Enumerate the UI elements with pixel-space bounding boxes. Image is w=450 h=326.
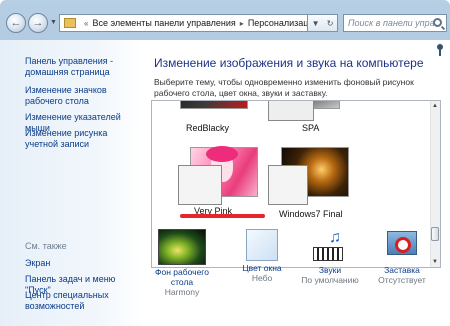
navigation-bar: ← → ▼ « Все элементы панели управления ▸… bbox=[0, 0, 450, 40]
chevron-down-icon: ▼ bbox=[50, 19, 57, 26]
address-bar[interactable]: « Все элементы панели управления ▸ Персо… bbox=[59, 14, 308, 32]
recent-pages-dropdown[interactable]: ▼ bbox=[50, 19, 57, 26]
window-color-icon bbox=[246, 229, 278, 261]
desktop-background-button[interactable]: Фон рабочего стола Harmony bbox=[152, 229, 212, 298]
sidebar-link-desktop-icons[interactable]: Изменение значков рабочего стола bbox=[25, 85, 140, 107]
see-also-heading: См. также bbox=[25, 241, 67, 251]
address-dropdown-icon[interactable]: ▼ bbox=[312, 19, 320, 28]
main-panel: Изменение изображения и звука на компьют… bbox=[142, 40, 450, 326]
window-preview-windows7-final bbox=[268, 165, 308, 205]
breadcrumb-separator-icon[interactable]: « bbox=[84, 19, 88, 28]
desktop-background-value: Harmony bbox=[164, 287, 200, 297]
sounds-icon: ♫ bbox=[311, 229, 349, 263]
page-title: Изменение изображения и звука на компьют… bbox=[154, 56, 424, 70]
theme-label-redblacky[interactable]: RedBlacky bbox=[186, 123, 229, 133]
sidebar-home-link[interactable]: Панель управления - домашняя страница bbox=[25, 56, 140, 78]
window-preview-very-pink bbox=[178, 165, 222, 205]
theme-label-spa[interactable]: SPA bbox=[302, 123, 319, 133]
address-bar-controls: ▼ ↻ bbox=[308, 14, 338, 32]
sidebar-link-display[interactable]: Экран bbox=[25, 258, 140, 269]
screensaver-label[interactable]: Заставка bbox=[372, 265, 432, 275]
sounds-label[interactable]: Звуки bbox=[300, 265, 360, 275]
desktop-background-icon bbox=[158, 229, 206, 265]
no-symbol-icon bbox=[395, 237, 411, 253]
forward-arrow-icon: → bbox=[32, 17, 44, 29]
screensaver-value: Отсутствует bbox=[378, 275, 426, 285]
screensaver-button[interactable]: Заставка Отсутствует bbox=[372, 229, 432, 286]
back-button[interactable]: ← bbox=[6, 13, 26, 33]
breadcrumb-personalization[interactable]: Персонализация bbox=[248, 18, 307, 28]
window-color-button[interactable]: Цвет окна Небо bbox=[232, 229, 292, 284]
theme-thumbnail-redblacky[interactable] bbox=[180, 101, 248, 109]
desktop-background-label[interactable]: Фон рабочего стола bbox=[152, 267, 212, 287]
sidebar: Панель управления - домашняя страница Из… bbox=[0, 40, 142, 326]
content-area: Панель управления - домашняя страница Из… bbox=[0, 40, 450, 326]
breadcrumb-chevron-icon[interactable]: ▸ bbox=[240, 19, 244, 28]
breadcrumb-all-items[interactable]: Все элементы панели управления bbox=[92, 18, 235, 28]
scroll-up-icon[interactable]: ▲ bbox=[431, 102, 439, 110]
screensaver-icon bbox=[383, 229, 421, 263]
pink-hair-shape bbox=[206, 146, 238, 162]
search-input[interactable]: Поиск в панели управления bbox=[343, 14, 447, 32]
search-icon[interactable] bbox=[433, 18, 442, 27]
back-arrow-icon: ← bbox=[10, 17, 22, 29]
window-color-value: Небо bbox=[251, 273, 273, 283]
sidebar-link-accessibility[interactable]: Центр специальных возможностей bbox=[25, 290, 140, 312]
theme-label-windows7-final[interactable]: Windows7 Final bbox=[279, 209, 343, 219]
page-description: Выберите тему, чтобы одновременно измени… bbox=[154, 77, 414, 98]
control-panel-icon bbox=[64, 18, 76, 28]
personalization-options: Фон рабочего стола Harmony Цвет окна Неб… bbox=[142, 229, 450, 326]
sounds-value: По умолчанию bbox=[301, 275, 359, 285]
sidebar-link-account-picture[interactable]: Изменение рисунка учетной записи bbox=[25, 128, 140, 150]
forward-button[interactable]: → bbox=[28, 13, 48, 33]
window-color-label[interactable]: Цвет окна bbox=[232, 263, 292, 273]
window-preview-spa bbox=[268, 101, 314, 121]
help-icon[interactable] bbox=[436, 44, 444, 57]
music-note-icon: ♫ bbox=[329, 229, 341, 246]
selected-theme-marker bbox=[180, 214, 265, 218]
search-placeholder: Поиск в панели управления bbox=[348, 18, 434, 28]
piano-keys-shape bbox=[313, 247, 343, 261]
control-panel-window: ← → ▼ « Все элементы панели управления ▸… bbox=[0, 0, 450, 326]
sounds-button[interactable]: ♫ Звуки По умолчанию bbox=[300, 229, 360, 286]
refresh-icon[interactable]: ↻ bbox=[327, 19, 334, 28]
